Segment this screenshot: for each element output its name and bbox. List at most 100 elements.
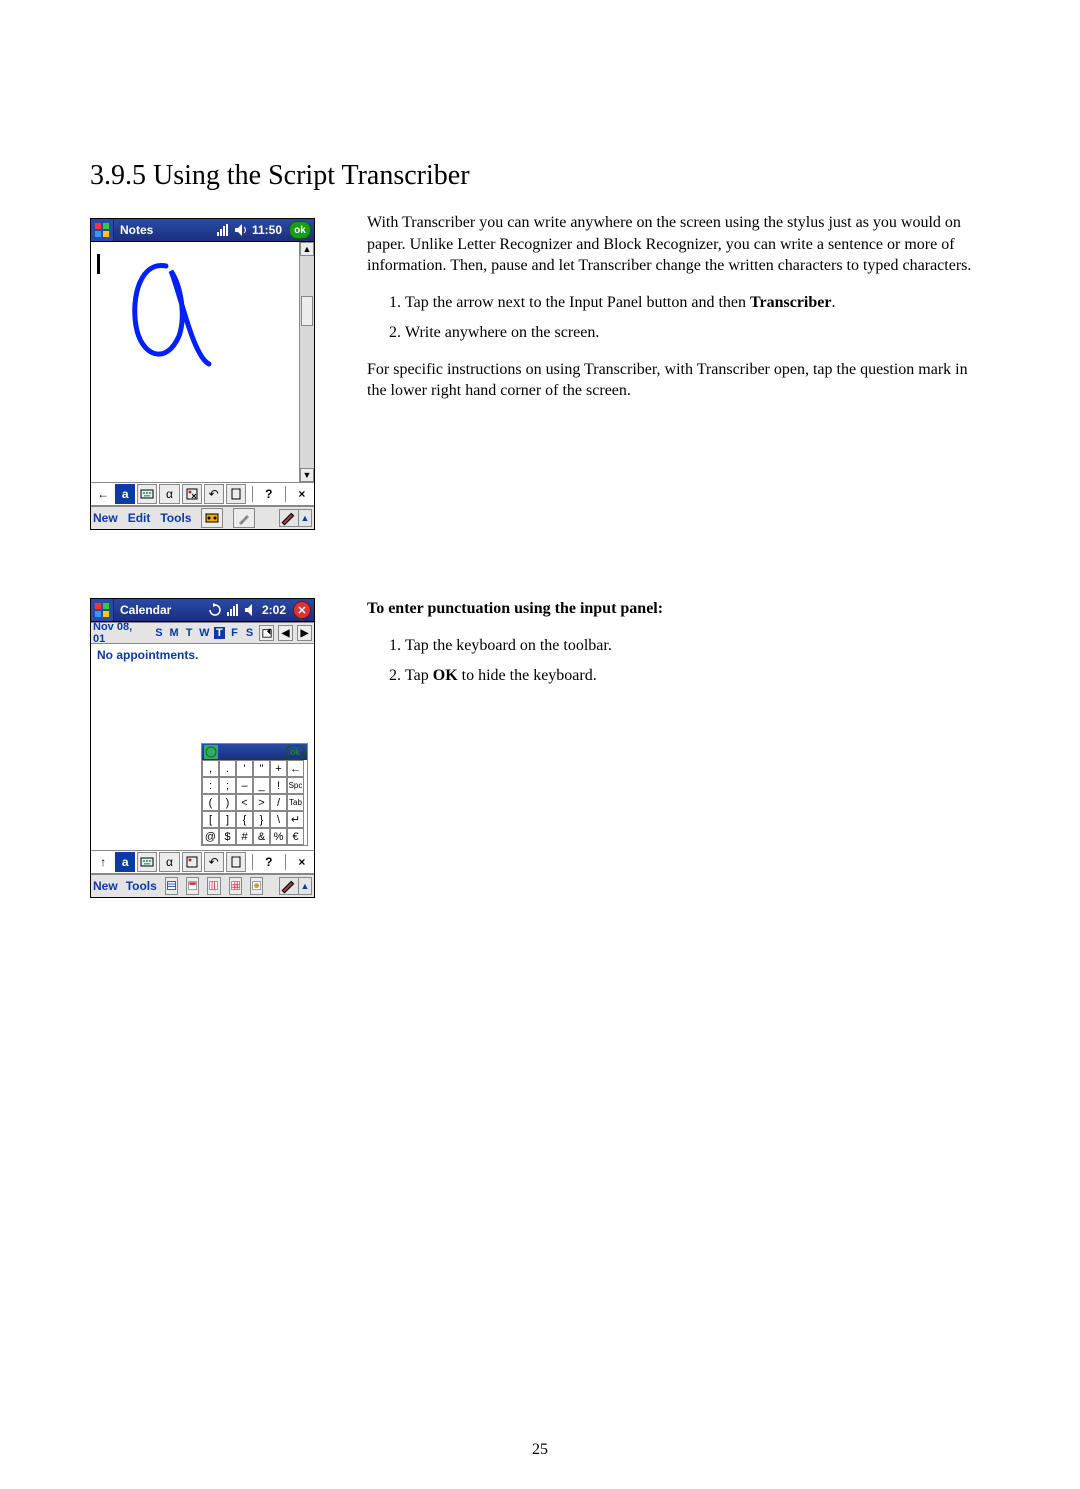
panel-key[interactable]: € — [287, 828, 304, 845]
transcriber-text-block: With Transcriber you can write anywhere … — [367, 212, 990, 416]
record-button[interactable] — [201, 508, 223, 528]
view-year-button[interactable] — [250, 877, 263, 895]
menu-new[interactable]: New — [93, 879, 118, 893]
week-view-icon — [208, 880, 219, 891]
punctuation-heading: To enter punctuation using the input pan… — [367, 598, 990, 620]
panel-key[interactable]: ↵ — [287, 811, 304, 828]
next-button[interactable]: ▶ — [297, 625, 312, 641]
input-panel-toggle[interactable]: ▲ — [279, 509, 312, 527]
menu-edit[interactable]: Edit — [128, 511, 151, 525]
input-panel-arrow[interactable]: ▲ — [298, 878, 311, 894]
panel-key[interactable]: Spc — [287, 777, 304, 794]
input-panel-toggle[interactable]: ▲ — [279, 877, 312, 895]
close-button[interactable]: ✕ — [293, 601, 311, 619]
undo-button[interactable]: ↶ — [204, 484, 224, 504]
step2-pre: Tap — [405, 667, 433, 684]
day-m[interactable]: M — [168, 627, 179, 639]
scroll-down-button[interactable]: ▼ — [300, 468, 314, 482]
panel-key[interactable]: ← — [287, 760, 304, 777]
help-button[interactable]: ? — [259, 852, 279, 872]
case-a-button[interactable]: a — [115, 852, 135, 872]
panel-key[interactable]: < — [236, 794, 253, 811]
panel-key[interactable]: : — [202, 777, 219, 794]
scrollbar[interactable]: ▲ ▼ — [299, 242, 314, 482]
cassette-icon — [205, 511, 219, 525]
options-button[interactable] — [182, 852, 202, 872]
pen-button[interactable] — [233, 508, 255, 528]
today-button[interactable] — [259, 625, 274, 641]
transcriber-step-1: Tap the arrow next to the Input Panel bu… — [405, 291, 990, 315]
panel-key[interactable]: '' — [253, 760, 270, 777]
panel-key[interactable]: – — [236, 777, 253, 794]
panel-key[interactable]: ! — [270, 777, 287, 794]
day-s[interactable]: S — [153, 627, 164, 639]
panel-key[interactable]: } — [253, 811, 270, 828]
panel-ok-button[interactable]: ok — [285, 745, 305, 760]
day-w[interactable]: W — [199, 627, 210, 639]
close-button[interactable]: × — [292, 852, 312, 872]
scroll-thumb[interactable] — [301, 296, 313, 326]
scroll-track[interactable] — [300, 256, 314, 468]
paste-button[interactable] — [226, 852, 246, 872]
menu-new[interactable]: New — [93, 511, 118, 525]
menu-tools[interactable]: Tools — [126, 879, 157, 893]
panel-key[interactable]: \ — [270, 811, 287, 828]
start-button[interactable] — [91, 219, 114, 241]
day-f[interactable]: F — [229, 627, 240, 639]
note-canvas[interactable]: ▲ ▼ — [91, 242, 314, 482]
alpha-button[interactable]: α — [159, 852, 179, 872]
start-button[interactable] — [91, 599, 114, 621]
ppc-calendar-mock: Calendar 2:02 ✕ Nov 08, 01 S M T W T F S — [90, 598, 315, 898]
view-agenda-button[interactable] — [165, 877, 178, 895]
clock-label: 11:50 — [252, 223, 282, 237]
keyboard-icon — [140, 855, 154, 869]
punctuation-panel[interactable]: ok ,.'''+←:;–_!Spc()<>/Tab[]{}\↵@$#&%€ — [201, 743, 308, 846]
transcriber-steps: Tap the arrow next to the Input Panel bu… — [387, 291, 990, 345]
panel-key[interactable]: . — [219, 760, 236, 777]
panel-key[interactable]: / — [270, 794, 287, 811]
panel-key[interactable]: ] — [219, 811, 236, 828]
prev-button[interactable]: ◀ — [278, 625, 293, 641]
view-month-button[interactable] — [229, 877, 242, 895]
view-day-button[interactable] — [186, 877, 199, 895]
writing-area[interactable] — [91, 242, 299, 482]
case-a-button[interactable]: a — [115, 484, 135, 504]
caps-button[interactable]: ↑ — [93, 852, 113, 872]
transcriber-toolbar: ← a α ↶ ? × — [91, 482, 314, 506]
alpha-button[interactable]: α — [159, 484, 179, 504]
input-panel-arrow[interactable]: ▲ — [298, 510, 311, 526]
title-bar: Calendar 2:02 ✕ — [91, 599, 314, 622]
menu-tools[interactable]: Tools — [160, 511, 191, 525]
day-t1[interactable]: T — [184, 627, 195, 639]
menu-bar: New Edit Tools ▲ — [91, 506, 314, 529]
panel-key[interactable]: + — [270, 760, 287, 777]
panel-key[interactable]: Tab — [287, 794, 304, 811]
options-button[interactable] — [182, 484, 202, 504]
panel-key[interactable]: $ — [219, 828, 236, 845]
day-s2[interactable]: S — [244, 627, 255, 639]
view-week-button[interactable] — [207, 877, 220, 895]
panel-key[interactable]: ; — [219, 777, 236, 794]
panel-key[interactable]: @ — [202, 828, 219, 845]
help-button[interactable]: ? — [259, 484, 279, 504]
panel-key[interactable]: % — [270, 828, 287, 845]
panel-key[interactable]: { — [236, 811, 253, 828]
panel-key[interactable]: _ — [253, 777, 270, 794]
panel-key[interactable]: [ — [202, 811, 219, 828]
paste-button[interactable] — [226, 484, 246, 504]
back-button[interactable]: ← — [93, 484, 113, 504]
panel-key[interactable]: & — [253, 828, 270, 845]
panel-key[interactable]: ) — [219, 794, 236, 811]
keyboard-button[interactable] — [137, 852, 157, 872]
day-t2[interactable]: T — [214, 627, 225, 639]
scroll-up-button[interactable]: ▲ — [300, 242, 314, 256]
panel-key[interactable]: , — [202, 760, 219, 777]
panel-key[interactable]: ' — [236, 760, 253, 777]
panel-key[interactable]: # — [236, 828, 253, 845]
close-button[interactable]: × — [292, 484, 312, 504]
panel-key[interactable]: ( — [202, 794, 219, 811]
undo-button[interactable]: ↶ — [204, 852, 224, 872]
ok-button[interactable]: ok — [289, 221, 311, 239]
panel-key[interactable]: > — [253, 794, 270, 811]
keyboard-button[interactable] — [137, 484, 157, 504]
